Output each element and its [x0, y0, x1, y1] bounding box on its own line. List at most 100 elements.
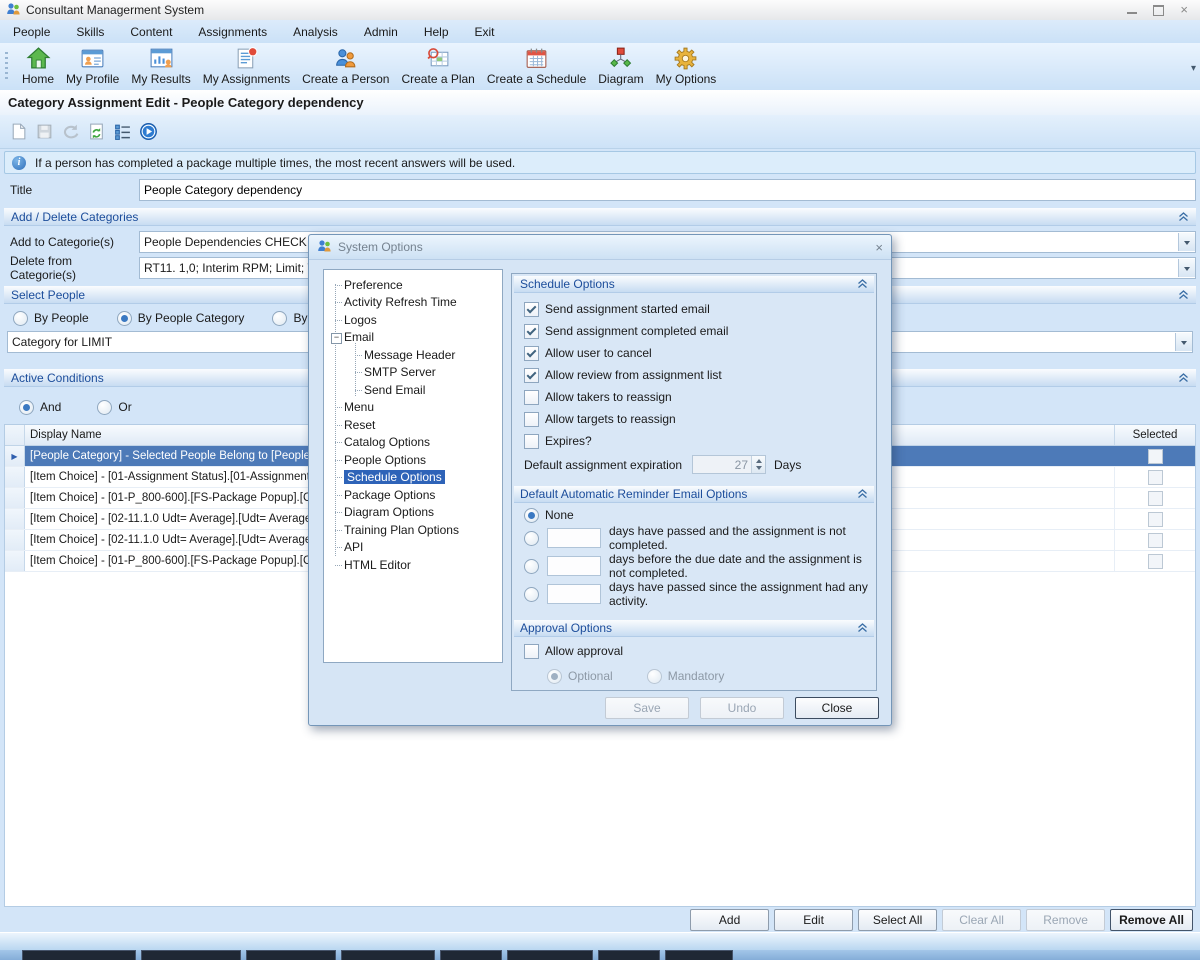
- maximize-icon[interactable]: [1153, 5, 1164, 16]
- tree-item-message-header[interactable]: Message Header: [324, 346, 502, 364]
- menu-analysis[interactable]: Analysis: [280, 20, 351, 43]
- toolbar-my-profile[interactable]: My Profile: [60, 43, 125, 87]
- checkbox-send-started-email[interactable]: Send assignment started email: [524, 301, 710, 317]
- remove-all-button[interactable]: Remove All: [1110, 909, 1193, 931]
- taskbar-window-button[interactable]: [22, 950, 136, 960]
- menu-help[interactable]: Help: [411, 20, 462, 43]
- radio-or[interactable]: Or: [97, 400, 131, 415]
- minimize-icon[interactable]: [1127, 12, 1137, 14]
- taskbar-window-button[interactable]: [341, 950, 435, 960]
- row-selected-checkbox[interactable]: [1148, 533, 1163, 548]
- taskbar-window-button[interactable]: [440, 950, 502, 960]
- collapse-chevron-icon[interactable]: [1178, 373, 1189, 383]
- dialog-titlebar[interactable]: System Options ×: [309, 235, 891, 260]
- toolbar-create-plan[interactable]: Create a Plan: [395, 43, 480, 87]
- toolbar-overflow-icon[interactable]: ▾: [1191, 63, 1196, 74]
- collapse-chevron-icon[interactable]: [857, 489, 868, 499]
- toolbar-grip[interactable]: [5, 52, 8, 80]
- new-record-icon[interactable]: [9, 122, 28, 141]
- collapse-chevron-icon[interactable]: [1178, 212, 1189, 222]
- radio-and[interactable]: And: [19, 400, 61, 415]
- menu-assignments[interactable]: Assignments: [185, 20, 280, 43]
- toolbar-my-results[interactable]: My Results: [125, 43, 196, 87]
- tree-item-diagram-options[interactable]: Diagram Options: [324, 504, 502, 522]
- row-selected-checkbox[interactable]: [1148, 491, 1163, 506]
- close-window-icon[interactable]: ×: [1180, 5, 1188, 15]
- reminder-options-header[interactable]: Default Automatic Reminder Email Options: [514, 486, 874, 503]
- days-input[interactable]: [547, 528, 601, 548]
- edit-button[interactable]: Edit: [774, 909, 853, 931]
- radio-reminder-before-due[interactable]: days before the due date and the assignm…: [524, 558, 876, 574]
- tree-item-smtp-server[interactable]: SMTP Server: [324, 364, 502, 382]
- dropdown-arrow-icon[interactable]: [1178, 233, 1195, 251]
- tree-item-menu[interactable]: Menu: [324, 399, 502, 417]
- tree-item-send-email[interactable]: Send Email: [324, 381, 502, 399]
- days-input[interactable]: [547, 584, 601, 604]
- row-selected-checkbox[interactable]: [1148, 470, 1163, 485]
- toolbar-home[interactable]: Home: [16, 43, 60, 87]
- refresh-icon[interactable]: [87, 122, 106, 141]
- add-button[interactable]: Add: [690, 909, 769, 931]
- taskbar-window-button[interactable]: [665, 950, 733, 960]
- checkbox-allow-approval[interactable]: Allow approval: [524, 643, 623, 659]
- taskbar-window-button[interactable]: [141, 950, 241, 960]
- checkbox-expires[interactable]: Expires?: [524, 433, 592, 449]
- toolbar-diagram[interactable]: Diagram: [592, 43, 649, 87]
- run-icon[interactable]: [139, 122, 158, 141]
- dropdown-arrow-icon[interactable]: [1178, 259, 1195, 277]
- spinner-arrows-icon[interactable]: [751, 456, 765, 473]
- row-selected-checkbox[interactable]: [1148, 449, 1163, 464]
- row-selected-checkbox[interactable]: [1148, 512, 1163, 527]
- dropdown-arrow-icon[interactable]: [1175, 333, 1192, 351]
- menu-admin[interactable]: Admin: [351, 20, 411, 43]
- checkbox-allow-takers-reassign[interactable]: Allow takers to reassign: [524, 389, 672, 405]
- taskbar-window-button[interactable]: [598, 950, 660, 960]
- dialog-close-icon[interactable]: ×: [875, 240, 883, 255]
- menu-content[interactable]: Content: [117, 20, 185, 43]
- tree-item-preference[interactable]: Preference: [324, 276, 502, 294]
- section-add-delete-categories[interactable]: Add / Delete Categories: [4, 208, 1196, 226]
- tree-collapse-icon[interactable]: −: [331, 333, 342, 344]
- tree-item-logos[interactable]: Logos: [324, 311, 502, 329]
- taskbar-window-button[interactable]: [507, 950, 593, 960]
- tree-item-schedule-options[interactable]: Schedule Options: [324, 469, 502, 487]
- close-button[interactable]: Close: [795, 697, 879, 719]
- checkbox-allow-review[interactable]: Allow review from assignment list: [524, 367, 722, 383]
- save-icon[interactable]: [35, 122, 54, 141]
- approval-options-header[interactable]: Approval Options: [514, 620, 874, 637]
- toolbar-create-person[interactable]: Create a Person: [296, 43, 395, 87]
- radio-reminder-none[interactable]: None: [524, 507, 574, 523]
- checkbox-send-completed-email[interactable]: Send assignment completed email: [524, 323, 728, 339]
- title-input[interactable]: [140, 180, 1195, 200]
- tree-item-email[interactable]: −Email: [324, 329, 502, 347]
- tree-item-people-options[interactable]: People Options: [324, 451, 502, 469]
- collapse-chevron-icon[interactable]: [1178, 290, 1189, 300]
- menu-exit[interactable]: Exit: [462, 20, 508, 43]
- tree-item-api[interactable]: API: [324, 539, 502, 557]
- radio-reminder-no-activity[interactable]: days have passed since the assignment ha…: [524, 586, 876, 602]
- list-icon[interactable]: [113, 122, 132, 141]
- menu-skills[interactable]: Skills: [63, 20, 117, 43]
- tree-item-activity-refresh-time[interactable]: Activity Refresh Time: [324, 294, 502, 312]
- tree-item-catalog-options[interactable]: Catalog Options: [324, 434, 502, 452]
- collapse-chevron-icon[interactable]: [857, 279, 868, 289]
- checkbox-allow-targets-reassign[interactable]: Allow targets to reassign: [524, 411, 676, 427]
- toolbar-create-schedule[interactable]: Create a Schedule: [481, 43, 592, 87]
- checkbox-allow-user-cancel[interactable]: Allow user to cancel: [524, 345, 652, 361]
- menu-people[interactable]: People: [0, 20, 63, 43]
- toolbar-my-assignments[interactable]: My Assignments: [197, 43, 296, 87]
- taskbar-window-button[interactable]: [246, 950, 336, 960]
- row-selected-checkbox[interactable]: [1148, 554, 1163, 569]
- tree-item-package-options[interactable]: Package Options: [324, 486, 502, 504]
- select-all-button[interactable]: Select All: [858, 909, 937, 931]
- tree-item-training-plan-options[interactable]: Training Plan Options: [324, 521, 502, 539]
- schedule-options-header[interactable]: Schedule Options: [514, 276, 874, 293]
- collapse-chevron-icon[interactable]: [857, 623, 868, 633]
- toolbar-my-options[interactable]: My Options: [650, 43, 723, 87]
- tree-item-html-editor[interactable]: HTML Editor: [324, 556, 502, 574]
- radio-by-people[interactable]: By People: [13, 311, 89, 326]
- radio-by-people-category[interactable]: By People Category: [117, 311, 245, 326]
- undo-icon[interactable]: [61, 122, 80, 141]
- tree-item-reset[interactable]: Reset: [324, 416, 502, 434]
- radio-reminder-days-passed[interactable]: days have passed and the assignment is n…: [524, 530, 876, 546]
